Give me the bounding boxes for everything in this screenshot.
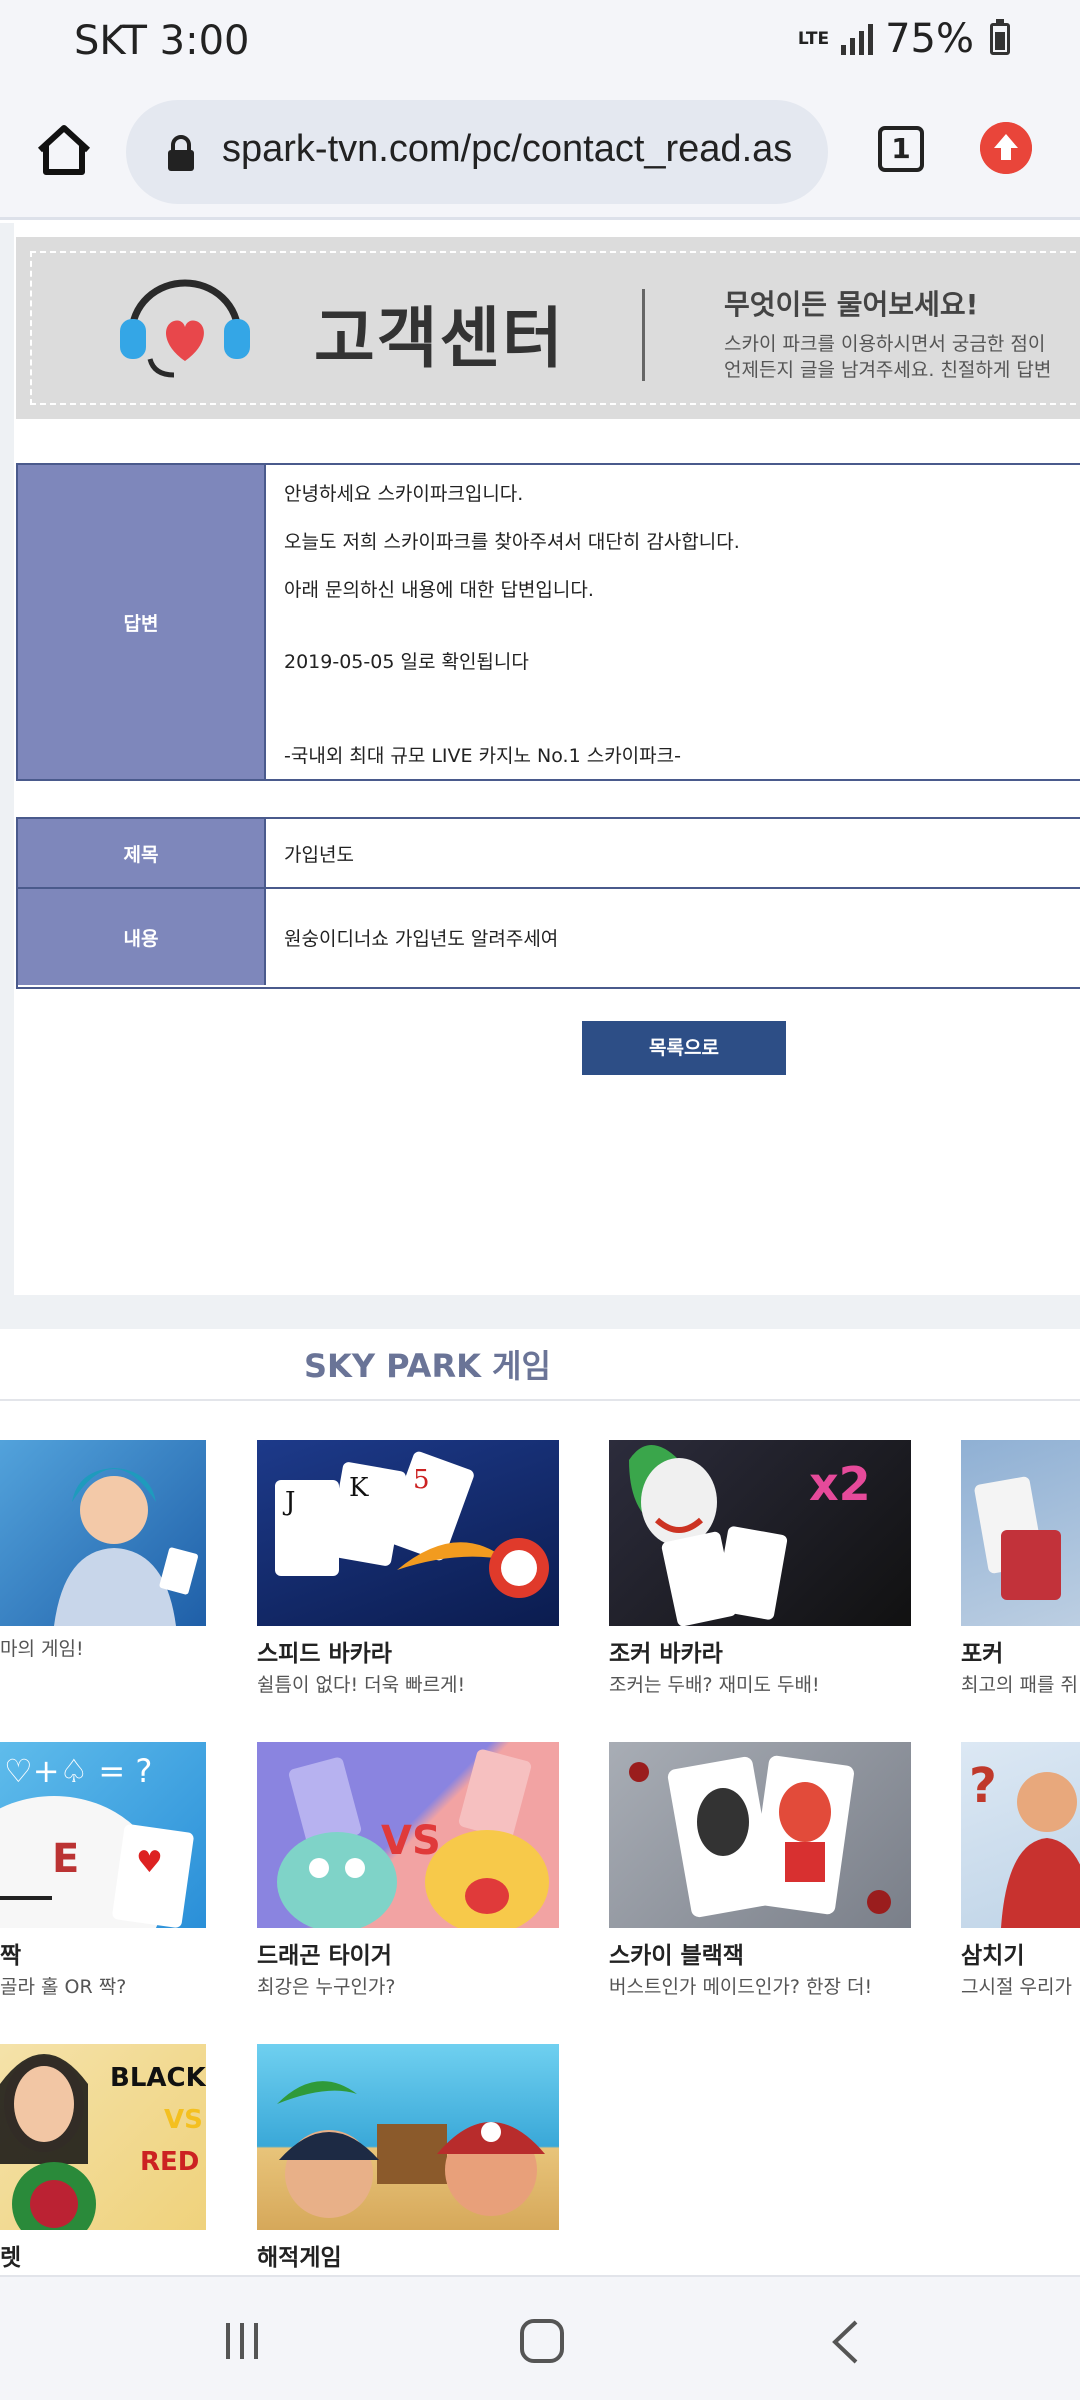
game-name: 삼치기: [961, 1943, 1025, 1969]
game-thumbnail: [609, 1742, 911, 1928]
game-card-odd-even[interactable]: ♡+♤ = ? E ♥ 짝 골라 홀 OR 짝?: [0, 1742, 206, 1999]
subject-label: 제목: [18, 819, 266, 887]
thumb-text-vs: VS: [164, 2105, 203, 2135]
game-name: 포커: [961, 1641, 1004, 1667]
game-desc: 버스트인가 메이드인가? 한장 더!: [609, 1976, 873, 1998]
game-name: 스카이 블랙잭: [609, 1943, 744, 1969]
svg-text:♡+♤ = ?: ♡+♤ = ?: [4, 1752, 152, 1790]
subject-value: 가입년도: [284, 843, 354, 866]
battery-percent: 75%: [885, 16, 974, 62]
game-card-roulette[interactable]: BLACK VS RED 렛: [0, 2044, 206, 2274]
recent-apps-icon[interactable]: [222, 2321, 262, 2361]
content-value: 원숭이디너쇼 가입년도 알려주세여: [284, 927, 559, 950]
svg-text:VS: VS: [381, 1818, 441, 1864]
game-name: 조커 바카라: [609, 1641, 723, 1667]
game-thumbnail: BLACK VS RED: [0, 2044, 206, 2230]
game-desc: 최강은 누구인가?: [257, 1976, 396, 1998]
content-label: 내용: [18, 889, 266, 985]
banner-subtext-2: 언제든지 글을 남겨주세요. 친절하게 답변: [724, 359, 1052, 381]
game-thumbnail: [0, 1440, 206, 1626]
back-to-list-button[interactable]: 목록으로: [582, 1021, 786, 1075]
home-icon[interactable]: [32, 118, 96, 182]
inquiry-table: 제목 가입년도 내용 원숭이디너쇼 가입년도 알려주세여: [16, 817, 1080, 989]
game-desc: 그시절 우리가: [961, 1976, 1072, 1998]
banner-divider: [642, 289, 645, 381]
svg-text:J: J: [282, 1487, 295, 1517]
banner-title: 고객센터: [314, 300, 565, 377]
content-row: 내용 원숭이디너쇼 가입년도 알려주세여: [18, 887, 1080, 985]
game-thumbnail: [961, 1440, 1080, 1626]
games-section: SKY PARK 게임 마의 게임! J K 5 스피드 바카라 쉴틈이 없다!…: [0, 1329, 1080, 2275]
web-content: 고객센터 무엇이든 물어보세요! 스카이 파크를 이용하시면서 궁금한 점이 언…: [0, 223, 1080, 2275]
answer-label: 답변: [18, 465, 266, 779]
game-name: 해적게임: [257, 2245, 342, 2271]
answer-body: 안녕하세요 스카이파크입니다. 오늘도 저희 스카이파크를 찾아주셔서 대단히 …: [266, 465, 1080, 779]
game-thumbnail: ♡+♤ = ? E ♥: [0, 1742, 206, 1928]
game-thumbnail: ?: [961, 1742, 1080, 1928]
game-thumbnail: VS: [257, 1742, 559, 1928]
status-indicators: LTE 75%: [798, 16, 1010, 62]
game-card-speed-baccarat[interactable]: J K 5 스피드 바카라 쉴틈이 없다! 더욱 빠르게!: [257, 1440, 559, 1697]
game-name: 스피드 바카라: [257, 1641, 392, 1667]
answer-table: 답변 안녕하세요 스카이파크입니다. 오늘도 저희 스카이파크를 찾아주셔서 대…: [16, 463, 1080, 781]
game-desc: 골라 홀 OR 짝?: [0, 1976, 127, 1998]
system-nav-bar: [0, 2275, 1080, 2400]
home-nav-icon[interactable]: [520, 2319, 564, 2363]
address-bar[interactable]: spark-tvn.com/pc/contact_read.as: [126, 100, 828, 204]
svg-text:x2: x2: [809, 1457, 871, 1511]
status-time: SKT 3:00: [74, 18, 250, 64]
game-card-poker[interactable]: 포커 최고의 패를 쥐: [961, 1440, 1080, 1697]
answer-row: 답변 안녕하세요 스카이파크입니다. 오늘도 저희 스카이파크를 찾아주셔서 대…: [18, 465, 1080, 779]
game-thumbnail: J K 5: [257, 1440, 559, 1626]
game-name: 짝: [0, 1943, 22, 1969]
upload-icon[interactable]: [980, 122, 1032, 174]
game-name: 드래곤 타이거: [257, 1943, 392, 1969]
answer-line: 안녕하세요 스카이파크입니다.: [284, 483, 524, 505]
game-card-casino[interactable]: 마의 게임!: [0, 1440, 206, 1661]
url-text[interactable]: spark-tvn.com/pc/contact_read.as: [222, 128, 812, 171]
lte-icon: LTE: [797, 29, 830, 49]
divider: [0, 1399, 1080, 1401]
svg-text:?: ?: [969, 1758, 997, 1814]
signal-icon: [841, 23, 874, 55]
answer-line: 아래 문의하신 내용에 대한 답변입니다.: [284, 579, 594, 601]
tab-switcher-button[interactable]: 1: [878, 126, 924, 172]
game-card-blackjack[interactable]: 스카이 블랙잭 버스트인가 메이드인가? 한장 더!: [609, 1742, 911, 1999]
svg-text:K: K: [349, 1473, 369, 1503]
answer-line: 오늘도 저희 스카이파크를 찾아주셔서 대단히 감사합니다.: [284, 531, 740, 553]
game-desc: 최고의 패를 쥐: [961, 1674, 1078, 1696]
browser-toolbar: spark-tvn.com/pc/contact_read.as 1: [0, 88, 1080, 220]
game-card-samchigi[interactable]: ? 삼치기 그시절 우리가: [961, 1742, 1080, 1999]
status-bar: SKT 3:00 LTE 75%: [0, 0, 1080, 88]
game-card-pirates[interactable]: 해적게임: [257, 2044, 559, 2274]
back-icon[interactable]: [830, 2319, 860, 2365]
answer-line: 2019-05-05 일로 확인됩니다: [284, 651, 529, 673]
game-desc: 쉴틈이 없다! 더욱 빠르게!: [257, 1674, 466, 1696]
game-card-dragon-tiger[interactable]: VS 드래곤 타이거 최강은 누구인가?: [257, 1742, 559, 1999]
thumb-text-red: RED: [140, 2147, 199, 2177]
games-title: SKY PARK 게임: [304, 1347, 551, 1385]
answer-line: -국내외 최대 규모 LIVE 카지노 No.1 스카이파크-: [284, 745, 681, 767]
banner-headline: 무엇이든 물어보세요!: [724, 288, 979, 321]
subject-row: 제목 가입년도: [18, 819, 1080, 887]
thumb-text-black: BLACK: [110, 2063, 206, 2093]
headset-heart-icon: [120, 279, 250, 378]
game-desc: 마의 게임!: [0, 1638, 84, 1660]
game-name: 렛: [0, 2245, 22, 2271]
banner-subtext-1: 스카이 파크를 이용하시면서 궁금한 점이: [724, 333, 1046, 355]
game-desc: 조커는 두배? 재미도 두배!: [609, 1674, 820, 1696]
game-card-joker-baccarat[interactable]: x2 조커 바카라 조커는 두배? 재미도 두배!: [609, 1440, 911, 1697]
customer-center-banner: 고객센터 무엇이든 물어보세요! 스카이 파크를 이용하시면서 궁금한 점이 언…: [16, 237, 1080, 419]
game-thumbnail: [257, 2044, 559, 2230]
svg-text:5: 5: [413, 1465, 430, 1495]
svg-text:♥: ♥: [136, 1845, 163, 1880]
lock-icon: [168, 135, 194, 171]
game-thumbnail: x2: [609, 1440, 911, 1626]
svg-text:E: E: [52, 1836, 79, 1882]
battery-icon: [990, 19, 1010, 55]
